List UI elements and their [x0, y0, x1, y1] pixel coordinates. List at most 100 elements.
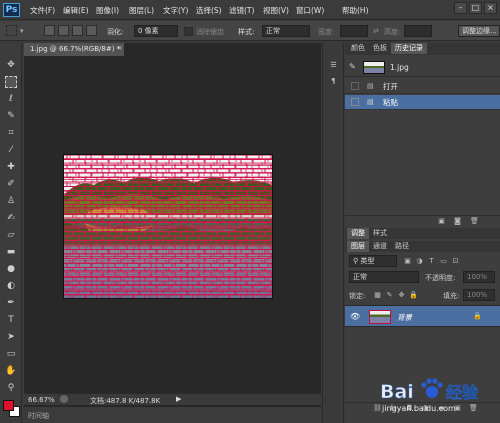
layer-row[interactable]: 👁 背景 🔒 [345, 305, 500, 327]
history-item-open[interactable]: ▤ 打开 [345, 79, 500, 94]
history-brush-icon[interactable]: ✍ [5, 212, 17, 224]
tab-layers[interactable]: 图层 [347, 241, 369, 252]
timeline-label[interactable]: 时间轴 [28, 411, 49, 421]
blend-mode-select[interactable]: 正常 [349, 271, 419, 283]
menu-filter[interactable]: 滤镜(T) [229, 5, 254, 16]
shape-tool-icon[interactable]: ▭ [5, 348, 17, 360]
image-canvas[interactable] [64, 155, 272, 298]
tab-history[interactable]: 历史记录 [391, 43, 427, 54]
menu-layer[interactable]: 图层(L) [129, 5, 154, 16]
close-button[interactable]: × [484, 2, 497, 14]
intersect-selection-icon[interactable] [86, 25, 97, 36]
lock-all-icon[interactable]: 🔒 [409, 291, 418, 300]
tab-color[interactable]: 颜色 [347, 43, 369, 54]
filter-smart-icon[interactable]: ⊡ [451, 257, 460, 266]
new-snapshot-icon[interactable]: ◙ [453, 217, 462, 226]
crop-tool-icon[interactable]: ⌗ [5, 127, 17, 139]
history-footer: ▣ ◙ 🗑 [345, 215, 500, 225]
brush-tool-icon[interactable]: ✐ [5, 178, 17, 190]
new-document-from-state-icon[interactable]: ▣ [437, 217, 446, 226]
fill-input[interactable]: 100% [463, 289, 495, 301]
tab-styles[interactable]: 样式 [369, 228, 391, 239]
adjustments-tabbar: 调整 样式 [345, 228, 500, 239]
hand-tool-icon[interactable]: ✋ [5, 365, 17, 377]
close-tab-icon[interactable]: × [117, 44, 123, 52]
feather-input[interactable]: 0 像素 [134, 25, 178, 37]
lock-transparency-icon[interactable]: ▦ [373, 291, 382, 300]
history-state-checkbox[interactable] [351, 98, 359, 106]
swap-icon[interactable]: ⇄ [373, 27, 379, 35]
gradient-tool-icon[interactable]: ▬ [5, 246, 17, 258]
path-select-icon[interactable]: ➤ [5, 331, 17, 343]
properties-panel-icon[interactable]: ¶ [329, 77, 338, 86]
marquee-tool-icon[interactable] [5, 76, 17, 88]
filter-type-icon[interactable]: T [427, 257, 436, 266]
menu-image[interactable]: 图像(I) [96, 5, 119, 16]
minimize-button[interactable]: – [454, 2, 467, 14]
document-tab[interactable]: 1.jpg @ 66.7%(RGB/8#) * [24, 43, 124, 56]
svg-text:Bai: Bai [380, 381, 414, 403]
new-selection-icon[interactable] [44, 25, 55, 36]
layers-tabbar: 图层 通道 路径 [345, 241, 500, 252]
zoom-tool-icon[interactable]: ⚲ [5, 382, 17, 394]
move-tool-icon[interactable]: ✥ [5, 59, 17, 71]
type-tool-icon[interactable]: T [5, 314, 17, 326]
foreground-color-swatch[interactable] [3, 400, 14, 411]
menu-type[interactable]: 文字(Y) [163, 5, 188, 16]
eyedropper-icon[interactable]: ⁄ [5, 144, 17, 156]
menu-view[interactable]: 视图(V) [263, 5, 289, 16]
history-state-checkbox[interactable] [351, 82, 359, 90]
document-icon: ▤ [367, 82, 374, 90]
filter-adjust-icon[interactable]: ◑ [415, 257, 424, 266]
dodge-tool-icon[interactable]: ◐ [5, 280, 17, 292]
layer-name[interactable]: 背景 [397, 312, 412, 323]
history-item-label: 粘贴 [383, 98, 398, 107]
right-panel: 颜色 色板 历史记录 ✎ 1.jpg ▤ 打开 ▤ 粘贴 ▣ ◙ 🗑 调整 样式… [345, 43, 500, 423]
pen-tool-icon[interactable]: ✒ [5, 297, 17, 309]
menu-select[interactable]: 选择(S) [196, 5, 222, 16]
menu-bar: Ps 文件(F) 编辑(E) 图像(I) 图层(L) 文字(Y) 选择(S) 滤… [0, 0, 500, 20]
width-input[interactable] [340, 25, 368, 37]
menu-window[interactable]: 窗口(W) [296, 5, 324, 16]
layer-filter-select[interactable]: ⚲ 类型 [349, 255, 397, 267]
status-info-icon[interactable] [60, 395, 68, 403]
menu-help[interactable]: 帮助(H) [342, 5, 369, 16]
status-bar: 66.67% 文档:487.8 K/487.8K ▶ [24, 393, 321, 405]
quick-select-icon[interactable]: ✎ [5, 110, 17, 122]
blur-tool-icon[interactable]: ● [5, 263, 17, 275]
tab-adjustments[interactable]: 调整 [347, 228, 369, 239]
lock-pixels-icon[interactable]: ✎ [385, 291, 394, 300]
tab-paths[interactable]: 路径 [391, 241, 413, 252]
eye-visibility-icon[interactable]: 👁 [350, 312, 360, 321]
maximize-button[interactable]: □ [469, 2, 482, 14]
zoom-level[interactable]: 66.67% [28, 396, 55, 404]
healing-brush-icon[interactable]: ✚ [5, 161, 17, 173]
filter-pixel-icon[interactable]: ▣ [403, 257, 412, 266]
menu-edit[interactable]: 编辑(E) [63, 5, 89, 16]
history-snapshot[interactable]: ✎ 1.jpg [345, 58, 500, 77]
tab-swatches[interactable]: 色板 [369, 43, 391, 54]
history-panel-icon[interactable]: ☰ [329, 61, 338, 70]
refine-edge-button[interactable]: 调整边缘... [458, 25, 500, 37]
dropdown-arrow-icon[interactable]: ▾ [20, 27, 24, 35]
filter-shape-icon[interactable]: ▭ [439, 257, 448, 266]
style-select[interactable]: 正常 [262, 25, 310, 37]
history-brush-source-icon[interactable]: ✎ [349, 62, 356, 71]
clone-stamp-icon[interactable]: ♙ [5, 195, 17, 207]
delete-icon[interactable]: 🗑 [470, 217, 479, 226]
antialias-checkbox[interactable] [184, 27, 193, 36]
lock-position-icon[interactable]: ✥ [397, 291, 406, 300]
status-menu-arrow-icon[interactable]: ▶ [176, 395, 181, 403]
eraser-icon[interactable]: ▱ [5, 229, 17, 241]
style-label: 样式: [238, 28, 255, 36]
height-input[interactable] [404, 25, 432, 37]
add-selection-icon[interactable] [58, 25, 69, 36]
history-item-paste[interactable]: ▤ 粘贴 [345, 95, 500, 110]
tab-channels[interactable]: 通道 [369, 241, 391, 252]
subtract-selection-icon[interactable] [72, 25, 83, 36]
lasso-tool-icon[interactable]: ℓ [5, 93, 17, 105]
menu-file[interactable]: 文件(F) [30, 5, 55, 16]
marquee-tool-preset-icon[interactable] [6, 25, 17, 36]
opacity-input[interactable]: 100% [463, 271, 495, 283]
panel-icon-strip: ☰ ¶ [322, 43, 344, 423]
